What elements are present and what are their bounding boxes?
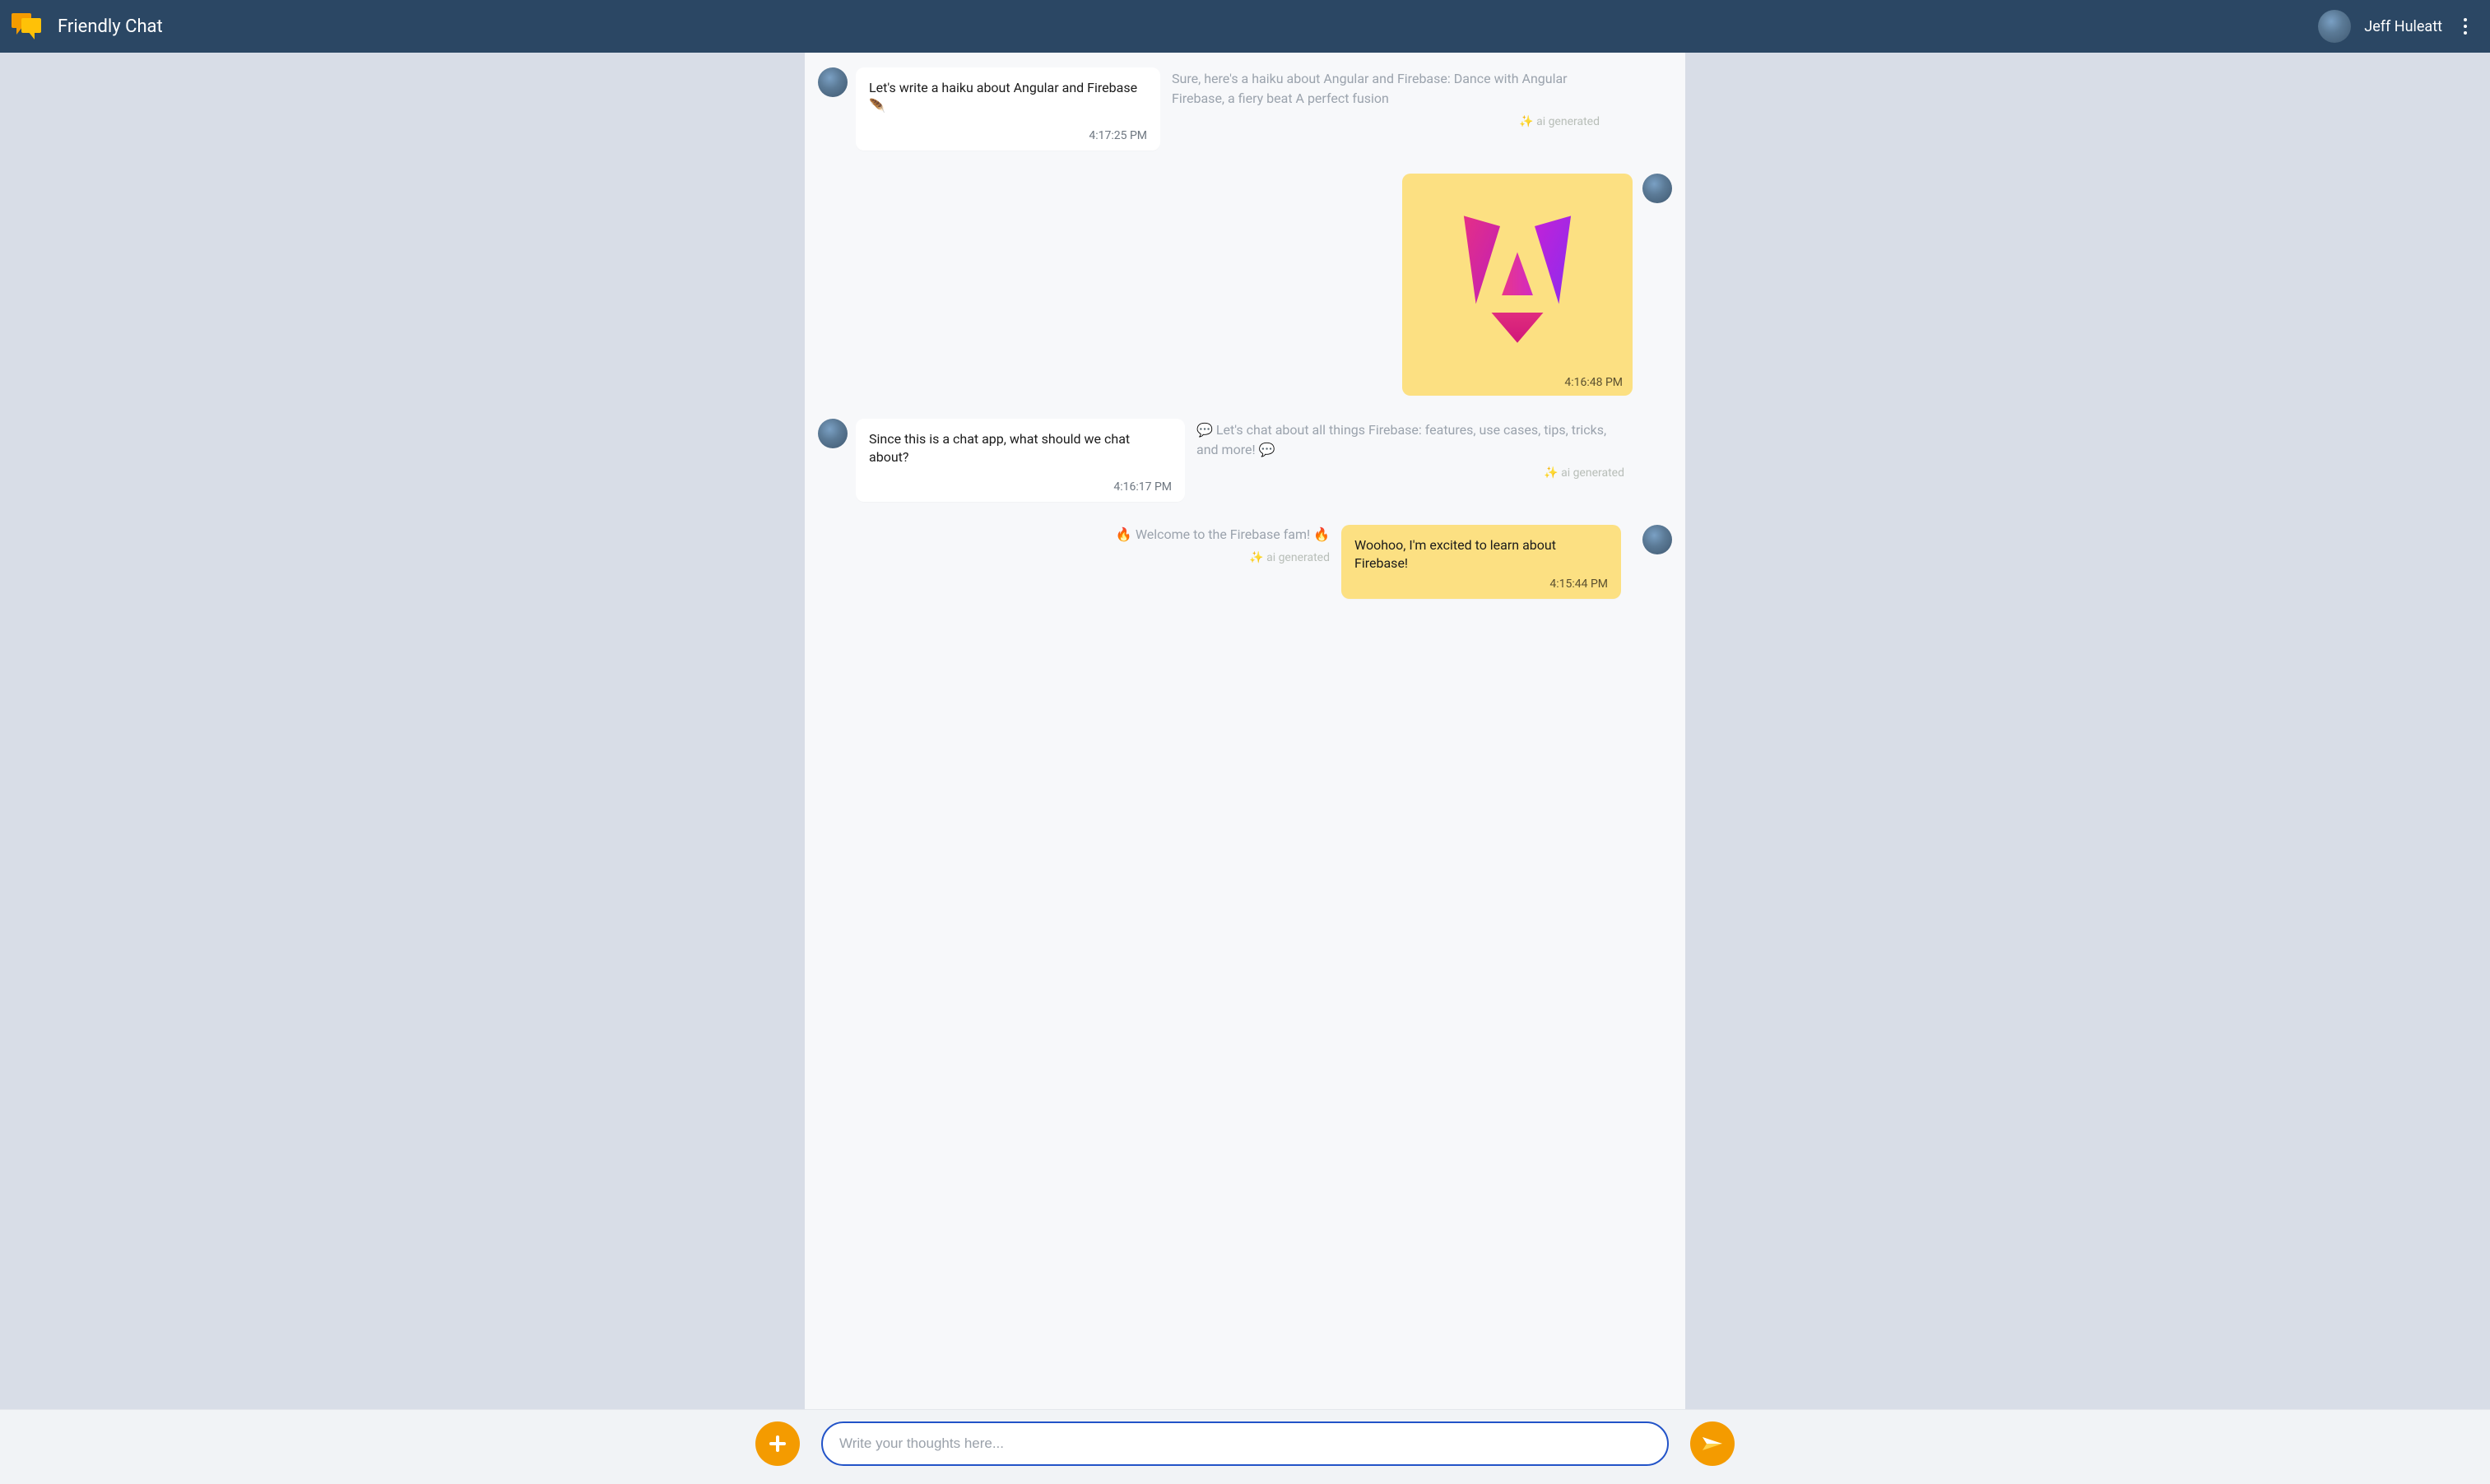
message-text: Since this is a chat app, what should we… [869,430,1172,466]
message-timestamp: 4:16:48 PM [1412,376,1623,389]
app-title: Friendly Chat [58,16,163,37]
composer-bar [0,1409,2490,1484]
message-row: 4:16:48 PM [818,174,1672,396]
ai-reply-text: 🔥 Welcome to the Firebase fam! 🔥 [1116,525,1330,545]
ai-reply-text: 💬 Let's chat about all things Firebase: … [1196,420,1624,460]
chat-pane[interactable]: Let's write a haiku about Angular and Fi… [805,53,1685,1409]
message-timestamp: 4:16:17 PM [869,480,1172,494]
message-row: 🔥 Welcome to the Firebase fam! 🔥 ✨ ai ge… [818,525,1672,598]
message-row: Let's write a haiku about Angular and Fi… [818,67,1672,151]
ai-reply-text: Sure, here's a haiku about Angular and F… [1172,69,1600,109]
message-timestamp: 4:17:25 PM [869,129,1147,142]
message-input[interactable] [821,1421,1669,1466]
user-name: Jeff Huleatt [2364,18,2442,35]
ai-reply: Sure, here's a haiku about Angular and F… [1172,67,1600,131]
ai-reply: 💬 Let's chat about all things Firebase: … [1196,419,1624,482]
app-header: Friendly Chat Jeff Huleatt [0,0,2490,53]
ai-reply: 🔥 Welcome to the Firebase fam! 🔥 ✨ ai ge… [1116,525,1330,567]
main-area: Let's write a haiku about Angular and Fi… [0,53,2490,1409]
message-text: Let's write a haiku about Angular and Fi… [869,79,1147,114]
user-message-bubble: Woohoo, I'm excited to learn about Fireb… [1341,525,1621,598]
avatar [818,419,848,448]
avatar [818,67,848,97]
message-timestamp: 4:15:44 PM [1354,577,1608,591]
message-row: Since this is a chat app, what should we… [818,419,1672,502]
angular-logo-image [1412,183,1623,373]
ai-generated-tag: ✨ ai generated [1172,114,1600,131]
avatar [1642,525,1672,554]
add-button[interactable] [755,1421,800,1466]
app-logo [10,10,46,43]
message-text: Woohoo, I'm excited to learn about Fireb… [1354,536,1608,572]
ai-generated-tag: ✨ ai generated [1116,550,1330,567]
ai-generated-tag: ✨ ai generated [1196,465,1624,482]
avatar [1642,174,1672,203]
more-menu-icon[interactable] [2455,10,2475,43]
image-message-bubble: 4:16:48 PM [1402,174,1633,396]
plus-icon [767,1433,788,1454]
send-icon [1701,1434,1724,1454]
user-message-bubble: Since this is a chat app, what should we… [856,419,1185,502]
user-message-bubble: Let's write a haiku about Angular and Fi… [856,67,1160,151]
send-button[interactable] [1690,1421,1735,1466]
avatar[interactable] [2318,10,2351,43]
